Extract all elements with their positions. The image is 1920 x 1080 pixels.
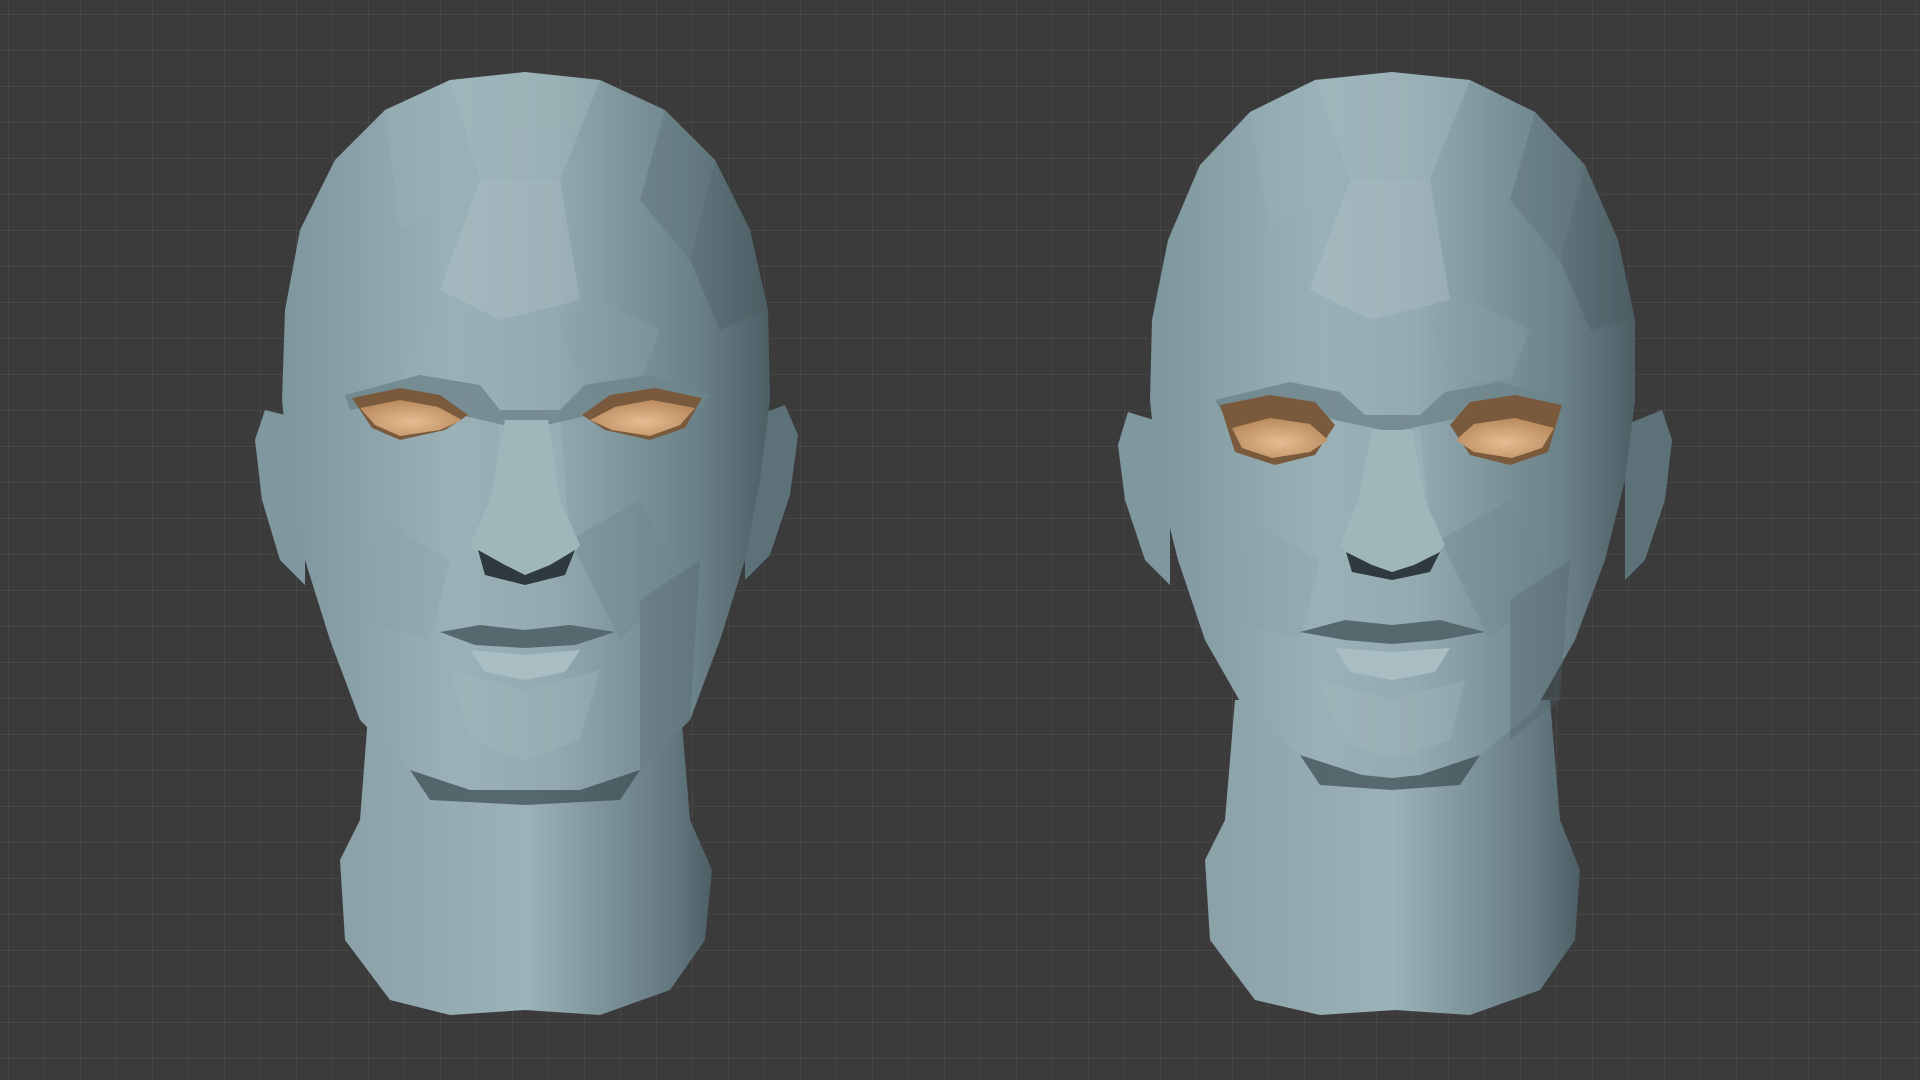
head-right-ear-right	[1625, 410, 1672, 580]
3d-viewport[interactable]	[0, 0, 1920, 1080]
viewport-scene	[255, 72, 1672, 1015]
head-model-left[interactable]	[255, 72, 798, 1015]
head-model-right[interactable]	[1118, 72, 1672, 1015]
